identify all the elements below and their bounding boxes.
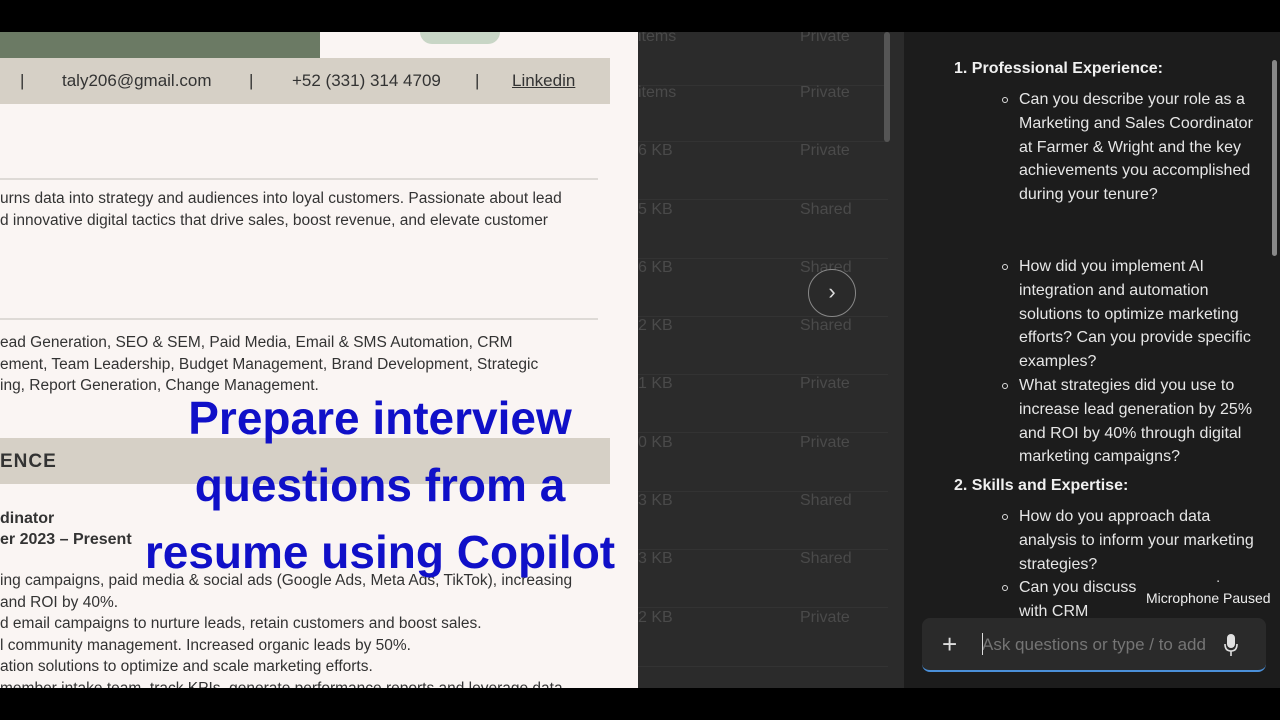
file-sharing: Shared [800, 201, 852, 218]
add-icon[interactable]: + [942, 630, 957, 658]
section-heading: 2. Skills and Expertise: [954, 477, 1129, 494]
file-sharing: Private [800, 84, 850, 101]
resume-document: | taly206@gmail.com | +52 (331) 314 4709… [0, 32, 638, 688]
file-list-scrollbar[interactable] [884, 32, 890, 142]
experience-bullet: d email campaigns to nurture leads, reta… [0, 615, 482, 632]
file-sharing: Shared [800, 492, 852, 509]
file-row[interactable]: items Private [638, 32, 888, 86]
file-size: 0 KB [638, 434, 673, 451]
linkedin-link[interactable]: Linkedin [512, 71, 575, 91]
contact-separator: | [20, 71, 25, 90]
file-size: 2 KB [638, 317, 673, 334]
top-letterbox [0, 0, 1280, 32]
file-size: items [638, 32, 677, 45]
bullet-icon [1002, 514, 1008, 520]
interview-question: How do you approach data analysis to inf… [1019, 508, 1254, 573]
job-title: dinator [0, 510, 55, 527]
section-divider [0, 178, 598, 180]
file-row[interactable]: 2 KB Shared [638, 317, 888, 375]
bullet-icon [1002, 264, 1008, 270]
skills-line: ement, Team Leadership, Budget Managemen… [0, 356, 539, 373]
contact-bar: | taly206@gmail.com | +52 (331) 314 4709… [0, 58, 610, 104]
section-heading: 1. Professional Experience: [954, 60, 1163, 77]
file-sharing: Private [800, 32, 850, 45]
experience-bullet: member intake team, track KPIs, generate… [0, 680, 563, 688]
bullet-icon [1002, 585, 1008, 591]
experience-bullet: and ROI by 40%. [0, 594, 119, 611]
file-sharing: Private [800, 609, 850, 626]
contact-separator: | [475, 71, 480, 90]
file-sharing: Shared [800, 317, 852, 334]
overlay-line: Prepare interview [188, 392, 572, 444]
file-size: 3 KB [638, 492, 673, 509]
file-size: 3 KB [638, 550, 673, 567]
video-overlay-title: Prepare interview questions from a resum… [120, 385, 640, 586]
interview-question: How did you implement AI integration and… [1019, 258, 1251, 371]
copilot-scrollbar[interactable] [1272, 60, 1277, 256]
file-sharing: Private [800, 375, 850, 392]
interview-question: What strategies did you use to increase … [1019, 377, 1253, 466]
file-row[interactable]: 2 KB Private [638, 609, 888, 667]
job-dates: er 2023 – Present [0, 531, 132, 548]
text-caret [982, 633, 983, 655]
next-page-button[interactable]: › [808, 269, 856, 317]
summary-line: d innovative digital tactics that drive … [0, 212, 548, 229]
file-size: 6 KB [638, 142, 673, 159]
skills-line: ead Generation, SEO & SEM, Paid Media, E… [0, 334, 513, 351]
contact-separator: | [249, 71, 254, 90]
file-size: 6 KB [638, 259, 673, 276]
file-row[interactable]: 3 KB Shared [638, 492, 888, 550]
chevron-right-icon: › [828, 279, 836, 304]
contact-phone: +52 (331) 314 4709 [292, 71, 441, 90]
photo-band [0, 32, 320, 58]
file-sharing: Private [800, 142, 850, 159]
file-size: 2 KB [638, 609, 673, 626]
overlay-line: resume using Copilot [144, 526, 616, 578]
bullet-icon [1002, 97, 1008, 103]
microphone-status-tooltip: Microphone Paused [1138, 583, 1280, 613]
bullet-icon [1002, 383, 1008, 389]
file-row[interactable]: items Private [638, 84, 888, 142]
file-row[interactable]: 5 KB Shared [638, 201, 888, 259]
chat-input-box[interactable]: + [922, 618, 1266, 672]
overlay-line: questions from a [194, 459, 566, 511]
contact-email: taly206@gmail.com [62, 71, 212, 90]
file-size: 1 KB [638, 375, 673, 392]
experience-bullet: ation solutions to optimize and scale ma… [0, 658, 373, 675]
chat-input[interactable] [982, 635, 1222, 655]
file-size: items [638, 84, 677, 101]
file-sharing: Shared [800, 550, 852, 567]
file-list-pane: items Private items Private 6 KB Private… [638, 32, 904, 688]
experience-bullet: l community management. Increased organi… [0, 637, 411, 654]
file-sharing: Private [800, 434, 850, 451]
file-row[interactable]: 0 KB Private [638, 434, 888, 492]
file-row[interactable]: 3 KB Shared [638, 550, 888, 608]
file-row[interactable]: 6 KB Private [638, 142, 888, 200]
experience-heading: ENCE [0, 451, 57, 472]
microphone-icon[interactable] [1224, 633, 1238, 657]
bottom-letterbox [0, 688, 1280, 720]
section-divider [0, 318, 598, 320]
photo-decoration [420, 32, 500, 44]
interview-question: Can you describe your role as a Marketin… [1019, 91, 1253, 204]
file-size: 5 KB [638, 201, 673, 218]
summary-line: urns data into strategy and audiences in… [0, 190, 562, 207]
file-row[interactable]: 1 KB Private [638, 375, 888, 433]
